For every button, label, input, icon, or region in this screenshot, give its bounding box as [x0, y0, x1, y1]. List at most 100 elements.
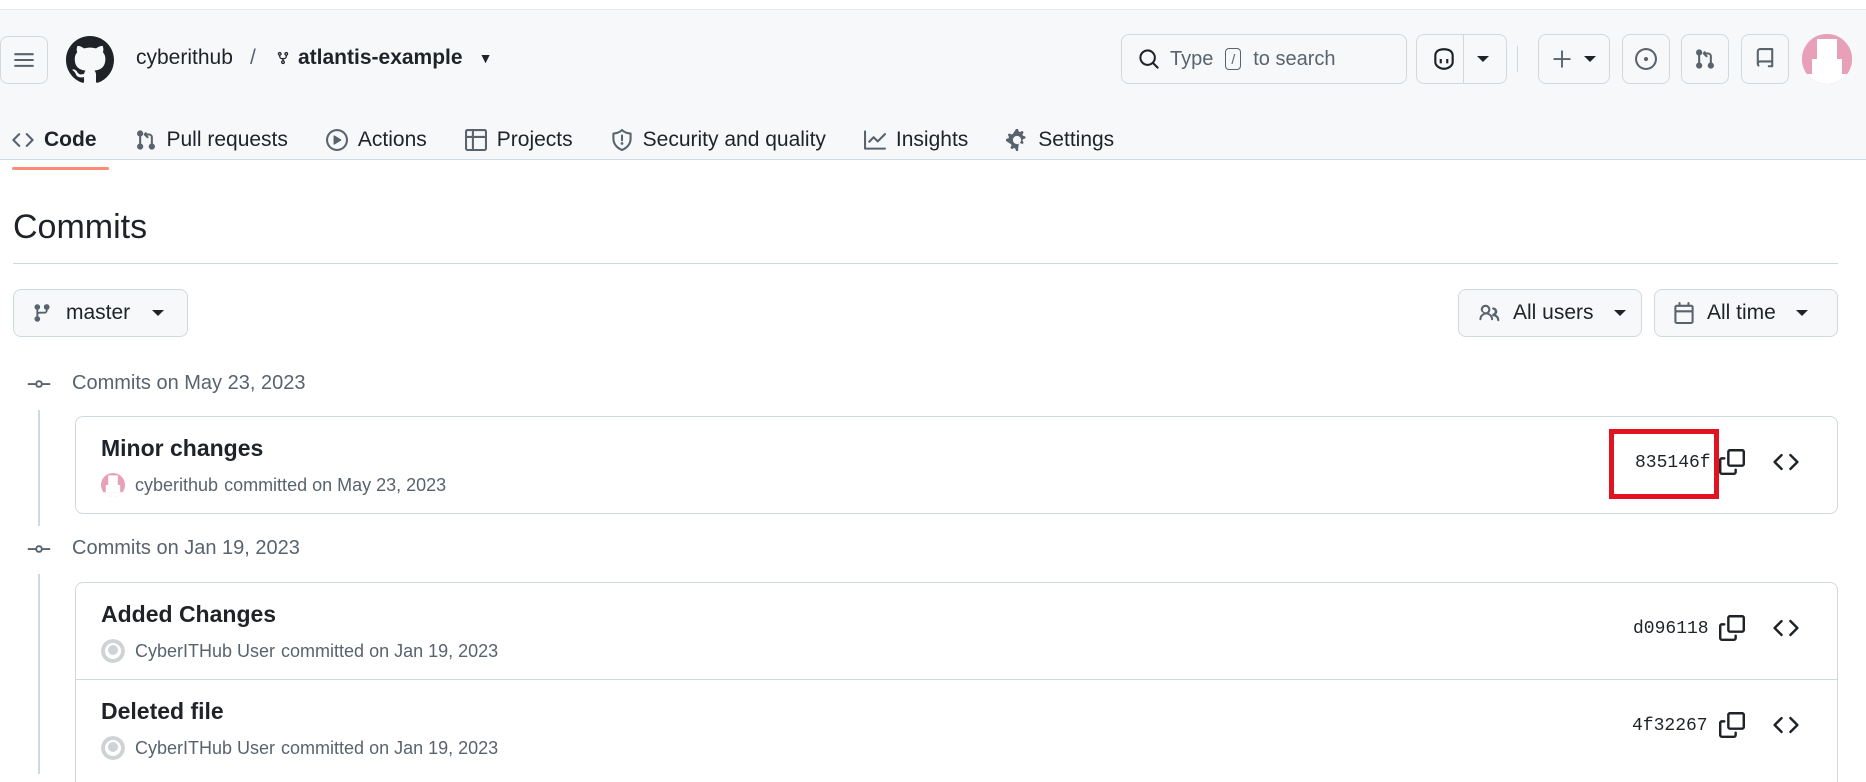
people-icon [1479, 304, 1500, 322]
tab-label: Insights [895, 128, 969, 151]
browser-top-band [0, 0, 1866, 10]
page-title: Commits [13, 208, 148, 246]
commit-author[interactable]: CyberITHub User [135, 738, 275, 759]
graph-icon [863, 130, 886, 150]
commit-list: Minor changes cyberithub committed on Ma… [75, 416, 1838, 514]
copy-icon[interactable] [1719, 712, 1745, 738]
copy-icon[interactable] [1719, 615, 1745, 641]
git-commit-icon [27, 379, 51, 388]
users-filter-button[interactable]: All users [1458, 289, 1642, 337]
time-filter-label: All time [1707, 301, 1776, 324]
code-icon[interactable] [1773, 712, 1799, 738]
pull-request-icon [136, 130, 155, 150]
avatar[interactable] [101, 639, 125, 663]
breadcrumb-repo[interactable]: atlantis-example ▼ [276, 46, 492, 70]
commit-list: Added Changes CyberITHub User committed … [75, 582, 1838, 782]
time-chevron-down-icon [1795, 310, 1808, 316]
repo-tabs: Code Pull requests Actions Projects Secu… [0, 110, 1152, 170]
commit-date: committed on Jan 19, 2023 [281, 640, 499, 661]
commit-sha-link[interactable]: 4f32267 [1632, 716, 1708, 736]
group-date: Commits on May 23, 2023 [72, 372, 306, 394]
tab-label: Actions [357, 128, 427, 151]
commit-author[interactable]: CyberITHub User [135, 641, 275, 662]
commit-meta: CyberITHub User committed on Jan 19, 202… [101, 736, 498, 760]
menu-button[interactable] [0, 36, 48, 84]
gear-icon [1006, 129, 1026, 151]
commit-meta: cyberithub committed on May 23, 2023 [101, 473, 446, 497]
tab-actions[interactable]: Actions [325, 110, 427, 170]
branch-name: master [66, 301, 131, 324]
tab-label: Projects [496, 128, 573, 151]
plus-icon [1553, 50, 1571, 68]
tab-pull-requests[interactable]: Pull requests [135, 110, 288, 170]
search-suffix: to search [1253, 47, 1336, 70]
code-icon [12, 133, 34, 147]
commit-sha-link[interactable]: d096118 [1633, 619, 1709, 639]
time-filter-button[interactable]: All time [1654, 289, 1838, 337]
header-divider [1517, 46, 1518, 72]
inbox-button[interactable] [1741, 34, 1789, 84]
shield-icon [612, 129, 632, 151]
tab-code[interactable]: Code [12, 110, 108, 170]
git-branch-icon [34, 304, 50, 322]
commit-author[interactable]: cyberithub [135, 475, 218, 496]
branch-selector-button[interactable]: master [13, 289, 188, 337]
default-avatar-icon [101, 639, 125, 663]
calendar-icon [1674, 302, 1694, 324]
copy-icon[interactable] [1719, 449, 1745, 475]
repo-header: cyberithub / atlantis-example ▼ Type / t… [0, 10, 1866, 170]
repo-fork-icon [277, 51, 289, 65]
list-item: Minor changes cyberithub committed on Ma… [76, 417, 1837, 513]
tab-label: Code [44, 128, 97, 151]
pull-requests-button[interactable] [1681, 34, 1729, 84]
breadcrumb-owner[interactable]: cyberithub [136, 46, 233, 70]
search-shortcut-key: / [1225, 48, 1242, 70]
repo-dropdown-chevron-icon[interactable]: ▼ [479, 50, 493, 66]
search-prefix: Type [1170, 47, 1214, 70]
timeline-line [38, 574, 40, 774]
users-filter-label: All users [1513, 301, 1594, 324]
tab-projects[interactable]: Projects [464, 110, 573, 170]
github-logo-icon[interactable] [66, 36, 114, 84]
commit-title[interactable]: Added Changes [101, 601, 276, 628]
commit-date: committed on May 23, 2023 [224, 474, 447, 495]
list-item: Deleted file CyberITHub User committed o… [76, 679, 1837, 775]
table-icon [464, 129, 487, 151]
default-avatar-icon [101, 736, 125, 760]
author-identicon-icon [101, 473, 125, 497]
tab-insights[interactable]: Insights [863, 110, 969, 170]
tab-security[interactable]: Security and quality [611, 110, 826, 170]
hamburger-icon [14, 53, 34, 67]
group-date: Commits on Jan 19, 2023 [72, 537, 300, 559]
search-icon [1139, 49, 1159, 69]
breadcrumb-separator: / [250, 46, 256, 69]
create-new-button[interactable] [1538, 34, 1610, 84]
issues-button[interactable] [1622, 34, 1670, 84]
git-pull-request-icon [1696, 49, 1714, 69]
tab-label: Security and quality [642, 128, 826, 151]
commit-title[interactable]: Deleted file [101, 698, 224, 725]
issue-opened-icon [1635, 48, 1657, 70]
code-icon[interactable] [1773, 449, 1799, 475]
timeline-line [38, 410, 40, 526]
copilot-icon [1434, 48, 1454, 70]
avatar[interactable] [101, 473, 125, 497]
tab-settings[interactable]: Settings [1006, 110, 1114, 170]
repo-name: atlantis-example [298, 46, 463, 69]
users-chevron-down-icon [1613, 310, 1626, 316]
git-commit-icon [27, 544, 51, 553]
code-icon[interactable] [1773, 615, 1799, 641]
commit-group-heading: Commits on Jan 19, 2023 [26, 537, 300, 560]
commit-title[interactable]: Minor changes [101, 435, 263, 462]
play-icon [325, 129, 348, 151]
title-divider [13, 263, 1838, 264]
inbox-icon [1756, 48, 1774, 68]
commit-group-heading: Commits on May 23, 2023 [26, 372, 305, 395]
copilot-button[interactable] [1416, 34, 1507, 84]
avatar[interactable] [101, 736, 125, 760]
search-input[interactable]: Type / to search [1121, 34, 1407, 84]
commit-date: committed on Jan 19, 2023 [281, 737, 499, 758]
tab-label: Pull requests [166, 128, 288, 151]
user-avatar[interactable] [1802, 34, 1852, 84]
copilot-dropdown-chevron-icon[interactable] [1477, 56, 1489, 62]
